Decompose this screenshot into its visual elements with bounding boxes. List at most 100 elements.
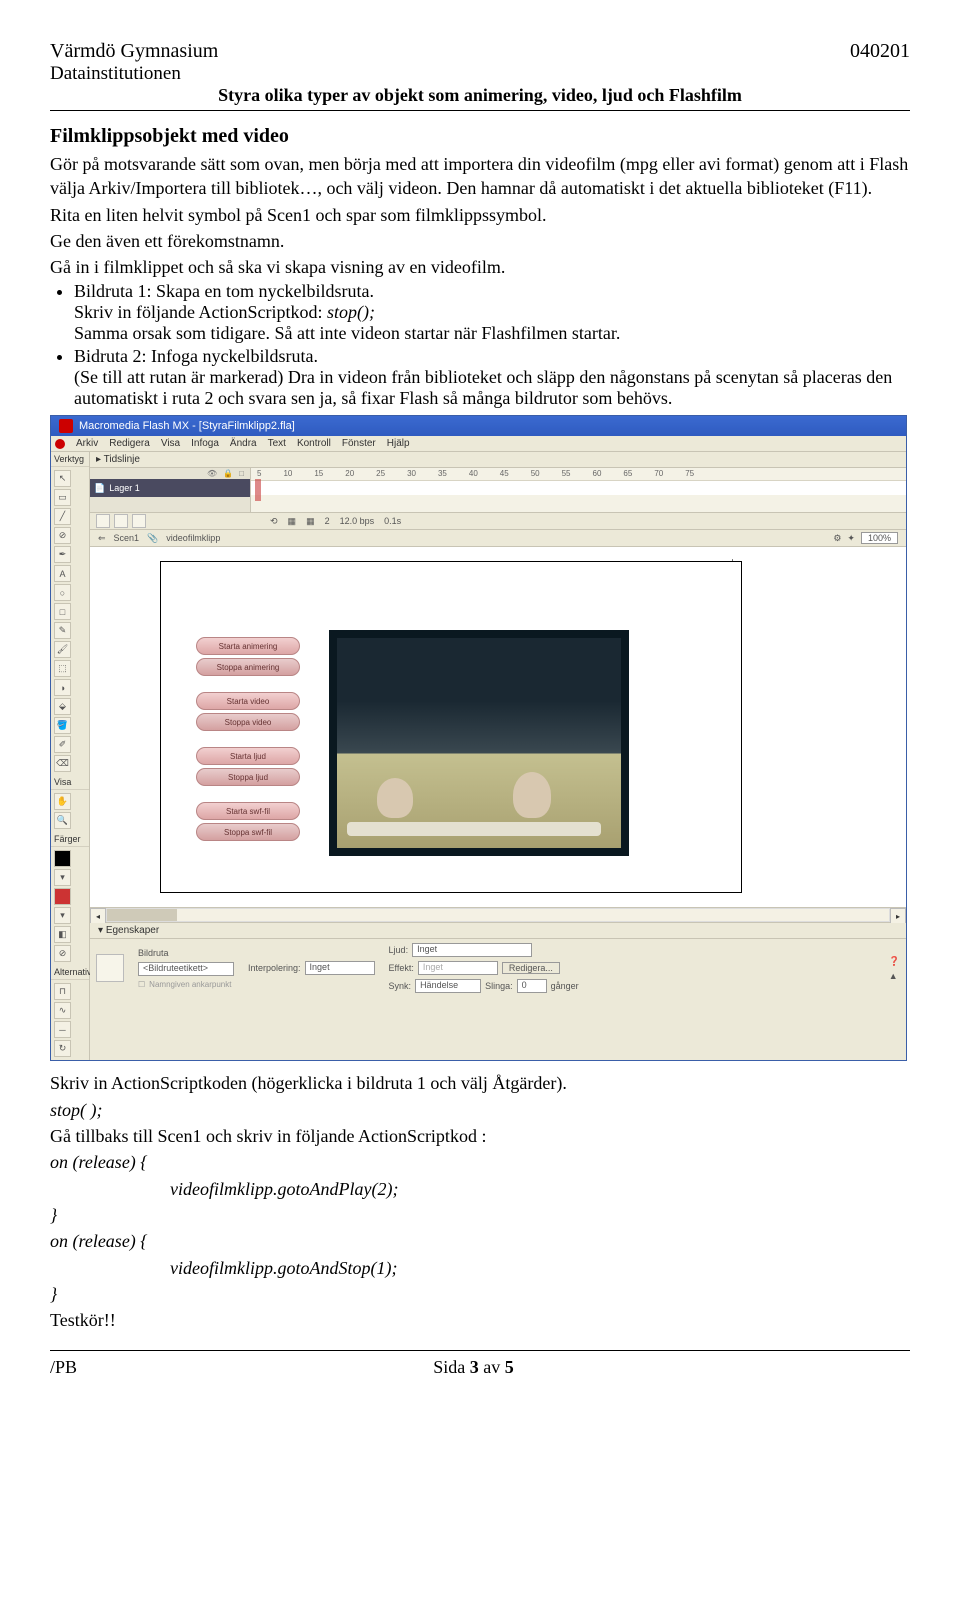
nocolor-icon[interactable]: ⊘ — [54, 945, 71, 962]
time-value: 0.1s — [384, 516, 401, 527]
stroke-color-icon[interactable] — [54, 850, 71, 867]
menu-bar[interactable]: Arkiv Redigera Visa Infoga Ändra Text Ko… — [51, 436, 906, 452]
fill-transform-tool-icon[interactable]: ◑ — [54, 679, 71, 696]
option-snap-icon[interactable]: ⊓ — [54, 983, 71, 1000]
option-straighten-icon[interactable]: ─ — [54, 1021, 71, 1038]
scene-icon[interactable]: ⚙ — [833, 533, 841, 544]
menu-andra[interactable]: Ändra — [230, 438, 257, 449]
btn-stoppa-animering[interactable]: Stoppa animering — [196, 658, 300, 676]
scroll-left-icon[interactable]: ◂ — [90, 908, 106, 924]
scene-back[interactable]: Scen1 — [114, 533, 140, 543]
pen-tool-icon[interactable]: ✒ — [54, 546, 71, 563]
colors-label: Färger — [51, 832, 89, 847]
arrow-tool-icon[interactable]: ↖ — [54, 470, 71, 487]
eye-icon[interactable]: 👁 — [207, 469, 217, 478]
oval-tool-icon[interactable]: ○ — [54, 584, 71, 601]
menu-arkiv[interactable]: Arkiv — [76, 438, 98, 449]
scroll-thumb[interactable] — [107, 909, 177, 921]
playhead-icon[interactable] — [255, 479, 261, 501]
sync-select[interactable]: Händelse — [415, 979, 481, 993]
ruler-15: 15 — [314, 469, 323, 478]
ruler-50: 50 — [531, 469, 540, 478]
menu-kontroll[interactable]: Kontroll — [297, 438, 331, 449]
inkbottle-tool-icon[interactable]: ⬙ — [54, 698, 71, 715]
expand-icon[interactable]: ▲ — [889, 971, 900, 981]
interp-label: Interpolering: — [248, 963, 301, 973]
properties-header[interactable]: ▾ Egenskaper — [90, 923, 906, 939]
fill-swap-icon[interactable]: ▾ — [54, 907, 71, 924]
subselect-tool-icon[interactable]: ▭ — [54, 489, 71, 506]
properties-panel: ▾ Egenskaper Bildruta <Bildruteetikett> … — [90, 923, 906, 997]
eraser-tool-icon[interactable]: ⌫ — [54, 755, 71, 772]
btn-starta-swf[interactable]: Starta swf-fil — [196, 802, 300, 820]
btn-stoppa-video[interactable]: Stoppa video — [196, 713, 300, 731]
fill-color-icon[interactable] — [54, 888, 71, 905]
school-name: Värmdö Gymnasium — [50, 40, 218, 63]
app-dot-icon — [55, 439, 65, 449]
effect-select[interactable]: Inget — [418, 961, 498, 975]
text-tool-icon[interactable]: A — [54, 565, 71, 582]
department: Datainstitutionen — [50, 63, 910, 85]
post-code7: } — [50, 1282, 910, 1306]
lasso-tool-icon[interactable]: ⊘ — [54, 527, 71, 544]
menu-fonster[interactable]: Fönster — [342, 438, 376, 449]
post-line-test: Testkör!! — [50, 1308, 910, 1332]
help-icon[interactable]: ❓ — [889, 956, 900, 967]
option-smooth-icon[interactable]: ∿ — [54, 1002, 71, 1019]
intro-p4: Gå in i filmklippet och så ska vi skapa … — [50, 255, 910, 279]
intro-p1: Gör på motsvarande sätt som ovan, men bö… — [50, 152, 910, 201]
layer-row[interactable]: 📄 Lager 1 — [90, 479, 250, 497]
menu-text[interactable]: Text — [268, 438, 286, 449]
pencil-tool-icon[interactable]: ✎ — [54, 622, 71, 639]
btn-starta-video[interactable]: Starta video — [196, 692, 300, 710]
rect-tool-icon[interactable]: □ — [54, 603, 71, 620]
h-scrollbar[interactable]: ◂ ▸ — [90, 908, 906, 923]
interp-select[interactable]: Inget — [305, 961, 375, 975]
post-code2: on (release) { — [50, 1150, 910, 1174]
outline-icon[interactable]: □ — [239, 469, 244, 478]
brush-tool-icon[interactable]: 🖌 — [54, 641, 71, 658]
intro-p2: Rita en liten helvit symbol på Scen1 och… — [50, 203, 910, 227]
stage[interactable]: + Starta animering Stoppa animering Star… — [90, 547, 906, 908]
timeline-header[interactable]: ▸ Tidslinje — [90, 452, 906, 468]
edit-button[interactable]: Redigera... — [502, 962, 560, 974]
paintbucket-tool-icon[interactable]: 🪣 — [54, 717, 71, 734]
scroll-right-icon[interactable]: ▸ — [890, 908, 906, 924]
ruler-35: 35 — [438, 469, 447, 478]
sound-select[interactable]: Inget — [412, 943, 532, 957]
add-layer-icon[interactable] — [96, 514, 110, 528]
menu-visa[interactable]: Visa — [161, 438, 180, 449]
timeline-controls: ⟲▦▦ 2 12.0 bps 0.1s — [90, 513, 906, 530]
delete-layer-icon[interactable] — [132, 514, 146, 528]
symbol-icon[interactable]: ✦ — [847, 533, 855, 544]
zoom-value[interactable]: 100% — [861, 532, 898, 544]
menu-redigera[interactable]: Redigera — [109, 438, 150, 449]
bullet2-line2: (Se till att rutan är markerad) Dra in v… — [74, 367, 892, 408]
named-anchor-checkbox[interactable]: Namngiven ankarpunkt — [149, 980, 231, 989]
ruler-70: 70 — [654, 469, 663, 478]
stroke-swap-icon[interactable]: ▾ — [54, 869, 71, 886]
hand-tool-icon[interactable]: ✋ — [54, 793, 71, 810]
option-rotate-icon[interactable]: ↻ — [54, 1040, 71, 1057]
post-code6: videofilmklipp.gotoAndStop(1); — [50, 1256, 910, 1280]
flash-logo-icon — [59, 419, 73, 433]
btn-stoppa-swf[interactable]: Stoppa swf-fil — [196, 823, 300, 841]
menu-hjalp[interactable]: Hjälp — [387, 438, 410, 449]
frame-label-input[interactable]: <Bildruteetikett> — [138, 962, 234, 976]
transform-tool-icon[interactable]: ⬚ — [54, 660, 71, 677]
zoom-tool-icon[interactable]: 🔍 — [54, 812, 71, 829]
default-colors-icon[interactable]: ◧ — [54, 926, 71, 943]
timeline-ruler[interactable]: 5 10 15 20 25 30 35 40 45 50 55 60 65 70 — [251, 468, 906, 512]
add-folder-icon[interactable] — [114, 514, 128, 528]
btn-starta-ljud[interactable]: Starta ljud — [196, 747, 300, 765]
menu-infoga[interactable]: Infoga — [191, 438, 219, 449]
post-line2: Gå tillbaks till Scen1 och skriv in följ… — [50, 1124, 910, 1148]
loop-input[interactable]: 0 — [517, 979, 547, 993]
eyedropper-tool-icon[interactable]: ✐ — [54, 736, 71, 753]
btn-stoppa-ljud[interactable]: Stoppa ljud — [196, 768, 300, 786]
btn-starta-animering[interactable]: Starta animering — [196, 637, 300, 655]
post-code5: on (release) { — [50, 1229, 910, 1253]
ruler-5: 5 — [257, 469, 261, 478]
lock-icon[interactable]: 🔒 — [223, 469, 233, 478]
line-tool-icon[interactable]: ╱ — [54, 508, 71, 525]
